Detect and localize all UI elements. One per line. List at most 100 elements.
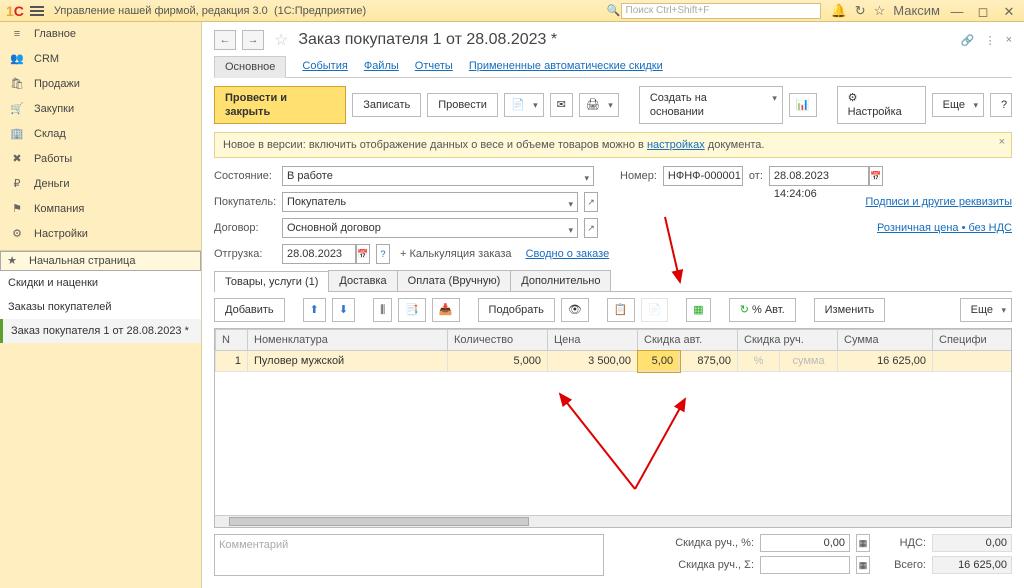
info-link[interactable]: настройках	[647, 139, 705, 151]
info-close-icon[interactable]: ×	[999, 136, 1005, 148]
barcode-button[interactable]: ⫼	[373, 298, 392, 322]
signatures-link[interactable]: Подписи и другие реквизиты	[865, 196, 1012, 208]
table-row[interactable]: 1 Пуловер мужской 5,000 3 500,00 5,00 87…	[216, 351, 1013, 372]
sub-discounts[interactable]: Скидки и наценки	[0, 271, 201, 295]
maximize-button[interactable]: ◻	[974, 4, 992, 18]
import-button[interactable]: 📥	[432, 298, 460, 322]
total-value: 16 625,00	[932, 556, 1012, 574]
tab-files[interactable]: Файлы	[364, 56, 399, 77]
buyer-open-icon[interactable]: ↗	[584, 192, 598, 212]
save-button[interactable]: Записать	[352, 93, 421, 117]
bell-icon[interactable]: 🔔	[831, 3, 847, 19]
sub-current-doc[interactable]: Заказ покупателя 1 от 28.08.2023 *	[0, 319, 201, 343]
calc-icon-2[interactable]: ▦	[856, 556, 870, 574]
history-icon[interactable]: ↻	[855, 3, 866, 19]
paste-button[interactable]: 📄	[641, 298, 669, 322]
nav-money[interactable]: ₽Деньги	[0, 171, 201, 196]
pick-button[interactable]: Подобрать	[478, 298, 555, 322]
move-down-button[interactable]: ⬇	[332, 298, 355, 322]
star-icon[interactable]: ☆	[874, 3, 886, 19]
post-button[interactable]: Провести	[427, 93, 498, 117]
settings-button[interactable]: ⚙ Настройка	[837, 86, 926, 124]
copy-button[interactable]: 📋	[607, 298, 635, 322]
close-button[interactable]: ✕	[1000, 4, 1018, 18]
structure-button[interactable]: 📊	[789, 93, 817, 117]
brief-link[interactable]: Сводно о заказе	[526, 248, 610, 260]
comment-field[interactable]: Комментарий	[214, 534, 604, 576]
nav-purchases[interactable]: 🛒Закупки	[0, 96, 201, 121]
favorite-icon[interactable]: ☆	[274, 30, 288, 50]
link-icon[interactable]: 🔗	[961, 34, 975, 47]
hamburger-icon[interactable]	[30, 4, 44, 18]
contract-label: Договор:	[214, 222, 276, 234]
scan-button[interactable]: 📑	[398, 298, 426, 322]
sub-orders[interactable]: Заказы покупателей	[0, 295, 201, 319]
back-button[interactable]: ←	[214, 30, 236, 50]
table-more-button[interactable]: Еще	[960, 298, 1012, 322]
nav-main[interactable]: ≡Главное	[0, 22, 201, 46]
nav-works[interactable]: ✖Работы	[0, 146, 201, 171]
minimize-button[interactable]: —	[948, 4, 966, 18]
mail-button[interactable]: ✉	[550, 93, 573, 117]
global-search[interactable]: Поиск Ctrl+Shift+F	[621, 3, 821, 19]
kebab-icon[interactable]: ⋮	[985, 34, 996, 47]
nav-sales[interactable]: 🛍Продажи	[0, 71, 201, 96]
auto-discount-button[interactable]: ↻ % Авт.	[729, 298, 796, 322]
view-button[interactable]: 👁	[561, 298, 589, 322]
doc-flow-button[interactable]: 📄	[504, 93, 544, 117]
user-name[interactable]: Максим	[893, 3, 940, 18]
sidebar: ≡Главное 👥CRM 🛍Продажи 🛒Закупки 🏢Склад ✖…	[0, 22, 202, 588]
calendar-icon[interactable]: 📅	[869, 166, 883, 186]
nav-home[interactable]: ★Начальная страница	[0, 251, 201, 271]
ship-label: Отгрузка:	[214, 248, 276, 260]
nav-settings[interactable]: ⚙Настройки	[0, 221, 201, 246]
date-field[interactable]: 28.08.2023 14:24:06	[769, 166, 869, 186]
buyer-select[interactable]: Покупатель	[282, 192, 578, 212]
contract-select[interactable]: Основной договор	[282, 218, 578, 238]
contract-open-icon[interactable]: ↗	[584, 218, 598, 238]
post-and-close-button[interactable]: Провести и закрыть	[214, 86, 346, 124]
content: ← → ☆ Заказ покупателя 1 от 28.08.2023 *…	[202, 22, 1024, 588]
more-button[interactable]: Еще	[932, 93, 984, 117]
ship-calendar-icon[interactable]: 📅	[356, 244, 370, 264]
nds-value: 0,00	[932, 534, 1012, 552]
items-table: N Номенклатура Количество Цена Скидка ав…	[214, 328, 1012, 528]
state-select[interactable]: В работе	[282, 166, 594, 186]
tab-delivery[interactable]: Доставка	[328, 270, 397, 291]
help-button[interactable]: ?	[990, 93, 1012, 117]
close-doc-icon[interactable]: ×	[1006, 34, 1012, 47]
tab-items[interactable]: Товары, услуги (1)	[214, 271, 329, 292]
manual-disc-pc[interactable]: 0,00	[760, 534, 850, 552]
print-button[interactable]: 🖨	[579, 93, 619, 117]
calc-icon[interactable]: ▦	[856, 534, 870, 552]
number-field[interactable]: НФНФ-000001	[663, 166, 743, 186]
manual-disc-sum[interactable]	[760, 556, 850, 574]
nds-label: НДС:	[876, 537, 926, 549]
state-label: Состояние:	[214, 170, 276, 182]
create-based-button[interactable]: Создать на основании	[639, 86, 783, 124]
calc-label[interactable]: + Калькуляция заказа	[400, 248, 512, 260]
tab-payment[interactable]: Оплата (Вручную)	[397, 270, 512, 291]
ship-date[interactable]: 28.08.2023	[282, 244, 356, 264]
menu-icon: ≡	[10, 28, 24, 40]
total-label: Всего:	[876, 559, 926, 571]
from-label: от:	[749, 170, 763, 182]
grid-button[interactable]: ▦	[686, 298, 710, 322]
nav-warehouse[interactable]: 🏢Склад	[0, 121, 201, 146]
move-up-button[interactable]: ⬆	[303, 298, 326, 322]
ship-help-icon[interactable]: ?	[376, 244, 390, 264]
items-tabs: Товары, услуги (1) Доставка Оплата (Вруч…	[214, 270, 1012, 292]
tab-discounts[interactable]: Примененные автоматические скидки	[469, 56, 663, 77]
tab-extra[interactable]: Дополнительно	[510, 270, 611, 291]
change-button[interactable]: Изменить	[814, 298, 886, 322]
tab-main[interactable]: Основное	[214, 56, 286, 78]
nav-company[interactable]: ⚑Компания	[0, 196, 201, 221]
tab-events[interactable]: События	[302, 56, 347, 77]
nav-crm[interactable]: 👥CRM	[0, 46, 201, 71]
tab-reports[interactable]: Отчеты	[415, 56, 453, 77]
app-title: Управление нашей фирмой, редакция 3.0 (1…	[54, 5, 366, 17]
add-button[interactable]: Добавить	[214, 298, 285, 322]
price-link[interactable]: Розничная цена • без НДС	[877, 222, 1012, 234]
h-scrollbar[interactable]	[215, 515, 1011, 527]
forward-button[interactable]: →	[242, 30, 264, 50]
